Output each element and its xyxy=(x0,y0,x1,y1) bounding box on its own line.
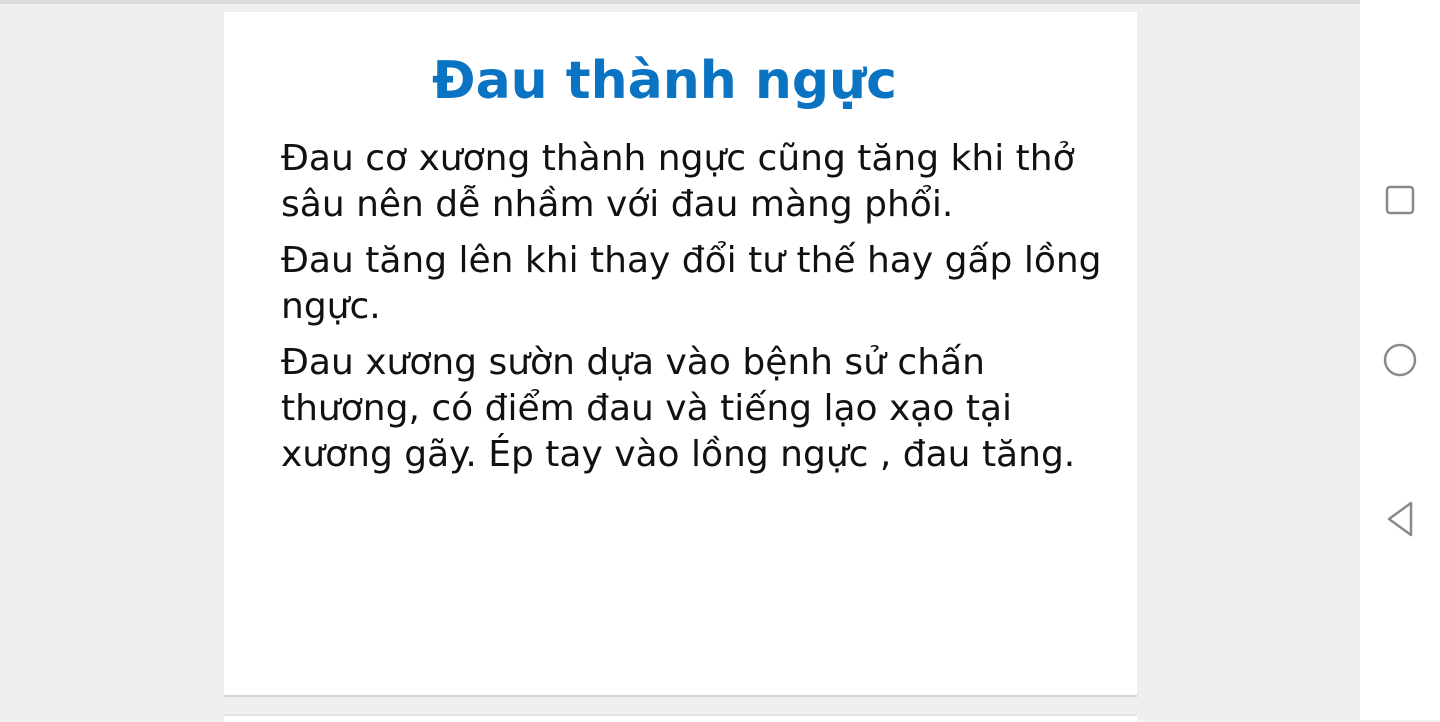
slide-paragraph: Đau tăng lên khi thay đổi tư thế hay gấp… xyxy=(281,240,1102,327)
recents-icon xyxy=(1385,185,1415,215)
back-icon xyxy=(1387,501,1413,537)
home-button[interactable] xyxy=(1380,340,1420,380)
slide-viewer[interactable]: Đau thành ngực Đau cơ xương thành ngực c… xyxy=(0,0,1360,722)
recents-button[interactable] xyxy=(1380,180,1420,220)
slide-paragraph: Đau cơ xương thành ngực cũng tăng khi th… xyxy=(281,138,1075,225)
next-slide-edge[interactable] xyxy=(224,714,1137,722)
back-button[interactable] xyxy=(1380,499,1420,539)
slide-page[interactable]: Đau thành ngực Đau cơ xương thành ngực c… xyxy=(224,12,1137,697)
slide-body: Đau cơ xương thành ngực cũng tăng khi th… xyxy=(281,136,1126,488)
slide-paragraph: Đau xương sườn dựa vào bệnh sử chấn thươ… xyxy=(281,342,1076,475)
top-divider xyxy=(0,0,1360,4)
slide-title: Đau thành ngực xyxy=(432,51,897,111)
home-icon xyxy=(1383,343,1417,377)
system-navigation-bar xyxy=(1360,0,1440,720)
